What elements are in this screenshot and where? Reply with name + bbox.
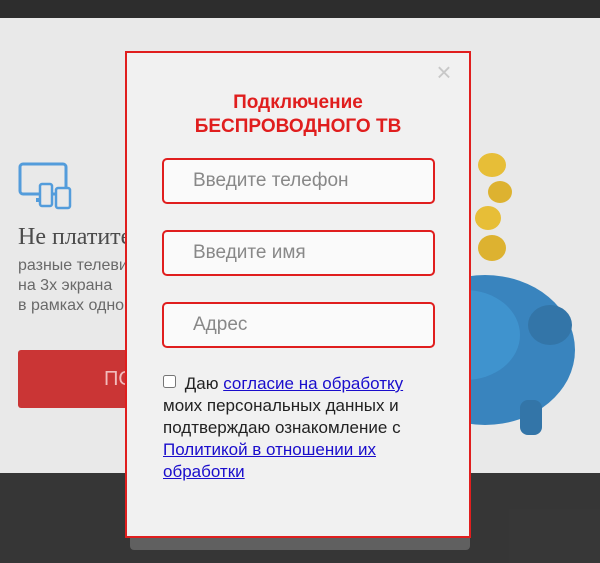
modal-title-line2: БЕСПРОВОДНОГО ТВ: [194, 116, 402, 137]
address-input[interactable]: [164, 304, 433, 346]
phone-field-wrapper: [162, 158, 435, 204]
name-input[interactable]: [164, 232, 433, 274]
consent-block: Даю согласие на обработку моих персональ…: [163, 373, 438, 483]
close-icon[interactable]: ×: [431, 59, 457, 85]
consent-prefix: Даю: [184, 374, 219, 393]
address-field-wrapper: [162, 302, 435, 348]
connection-modal: × Подключение БЕСПРОВОДНОГО ТВ Даю согла…: [125, 51, 471, 538]
consent-link[interactable]: согласие на обработку: [223, 374, 403, 393]
consent-middle-text: моих персональных данных и подтверждаю о…: [163, 396, 401, 437]
modal-title: Подключение БЕСПРОВОДНОГО ТВ: [127, 91, 469, 139]
consent-checkbox[interactable]: [163, 375, 176, 388]
privacy-policy-link[interactable]: Политикой в отношении их обработки: [163, 440, 376, 481]
phone-input[interactable]: [164, 160, 433, 202]
name-field-wrapper: [162, 230, 435, 276]
modal-title-line1: Подключение: [233, 92, 363, 113]
